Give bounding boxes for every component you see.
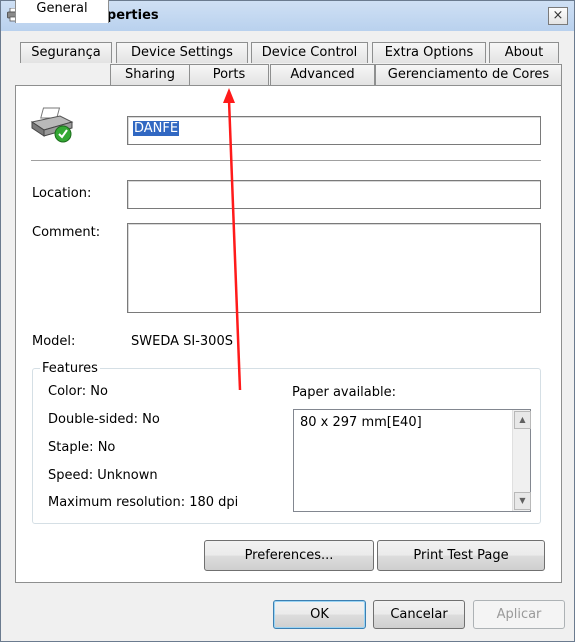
tab-advanced[interactable]: Advanced [270,64,375,85]
comment-label: Comment: [32,225,101,240]
tab-general[interactable]: General [15,0,109,23]
feature-color: Color: No [48,384,108,399]
features-title: Features [40,361,100,376]
apply-button[interactable]: Aplicar [473,600,565,629]
paper-available-list[interactable]: 80 x 297 mm[E40] ▲ ▼ [293,409,531,512]
properties-window: DANFE Properties × Segurança Device Sett… [0,0,575,642]
ok-button[interactable]: OK [273,600,366,629]
tab-extra-options[interactable]: Extra Options [372,42,486,63]
tab-sharing[interactable]: Sharing [110,64,190,85]
print-test-page-button[interactable]: Print Test Page [377,540,545,571]
scroll-up-icon[interactable]: ▲ [514,411,531,429]
tab-seguranca[interactable]: Segurança [20,42,112,63]
list-item[interactable]: 80 x 297 mm[E40] [300,415,422,430]
cancel-button[interactable]: Cancelar [373,600,465,629]
preferences-button[interactable]: Preferences... [204,540,374,571]
location-field[interactable] [127,180,541,209]
tab-about[interactable]: About [489,42,559,63]
printer-name-value: DANFE [133,121,180,136]
model-label: Model: [32,334,76,349]
scrollbar[interactable]: ▲ ▼ [512,410,531,511]
comment-field[interactable] [127,223,541,313]
tab-ports[interactable]: Ports [189,64,269,85]
model-value: SWEDA SI-300S [131,334,233,349]
tab-gerenciamento-de-cores[interactable]: Gerenciamento de Cores [375,64,562,85]
general-tab-panel: DANFE Location: Comment: Model: SWEDA SI… [15,85,562,583]
close-button[interactable]: × [548,7,568,25]
location-label: Location: [32,186,92,201]
feature-staple: Staple: No [48,440,116,455]
tab-device-settings[interactable]: Device Settings [116,42,248,63]
printer-name-field[interactable]: DANFE [127,116,541,145]
feature-double-sided: Double-sided: No [48,412,160,427]
feature-max-resolution: Maximum resolution: 180 dpi [48,495,239,510]
tab-device-control[interactable]: Device Control [251,42,368,63]
paper-available-label: Paper available: [292,385,397,400]
feature-speed: Speed: Unknown [48,468,158,483]
printer-check-icon [30,107,74,143]
scroll-down-icon[interactable]: ▼ [514,492,531,510]
separator [31,160,541,161]
